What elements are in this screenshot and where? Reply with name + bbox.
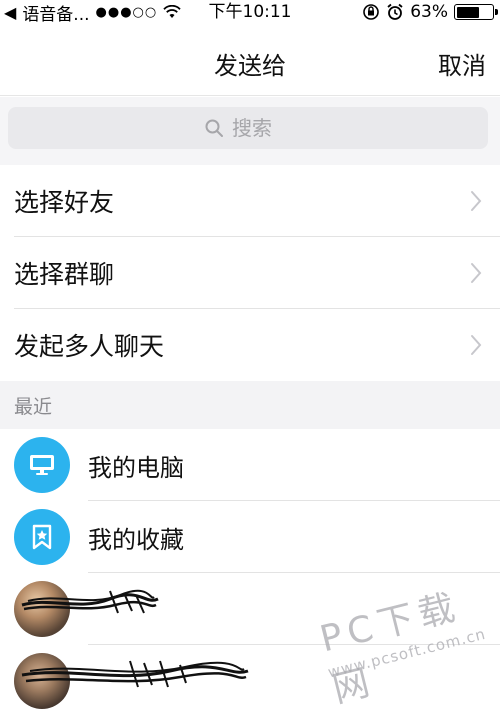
status-bar: ◀ 语音备... ●●●○○ 下午10:11 63% (0, 0, 500, 25)
bookmark-star-icon (32, 524, 52, 550)
recent-item-name: 我的收藏 (88, 525, 184, 554)
menu-item-label: 选择群聊 (14, 260, 115, 289)
menu-item-select-friends[interactable]: 选择好友 (0, 165, 500, 237)
chevron-right-icon (471, 191, 482, 211)
battery-level (456, 6, 479, 18)
redaction-scribble (21, 660, 249, 688)
search-input[interactable] (232, 116, 292, 140)
menu-list: 选择好友 选择群聊 发起多人聊天 (0, 165, 500, 381)
battery-icon (454, 4, 498, 20)
redaction-scribble (21, 589, 159, 614)
search-section (0, 97, 500, 165)
computer-icon (30, 455, 54, 475)
battery-percent: 63% (410, 2, 448, 22)
rotation-lock-icon (363, 4, 380, 20)
recent-section-header: 最近 (0, 381, 500, 429)
recent-item-my-computer[interactable]: 我的电脑 (0, 429, 500, 501)
recent-list: 我的电脑 我的收藏 (0, 429, 500, 714)
recent-item-name: 我的电脑 (88, 453, 184, 482)
search-icon (205, 119, 223, 137)
menu-item-label: 选择好友 (14, 188, 115, 217)
recent-item-contact[interactable] (0, 645, 500, 714)
nav-bar: 发送给 取消 (0, 24, 500, 96)
cancel-button[interactable]: 取消 (438, 46, 486, 81)
menu-item-select-group[interactable]: 选择群聊 (0, 237, 500, 309)
chevron-right-icon (471, 335, 482, 355)
avatar (14, 437, 70, 493)
status-right: 63% (362, 0, 498, 24)
recent-item-my-favorites[interactable]: 我的收藏 (0, 501, 500, 573)
recent-item-contact[interactable] (0, 573, 500, 645)
chevron-right-icon (471, 263, 482, 283)
alarm-icon (387, 3, 403, 20)
menu-item-start-group-chat[interactable]: 发起多人聊天 (0, 309, 500, 381)
avatar (14, 509, 70, 565)
page-title: 发送给 (214, 52, 286, 80)
menu-item-label: 发起多人聊天 (14, 332, 165, 361)
search-box[interactable] (8, 107, 488, 149)
